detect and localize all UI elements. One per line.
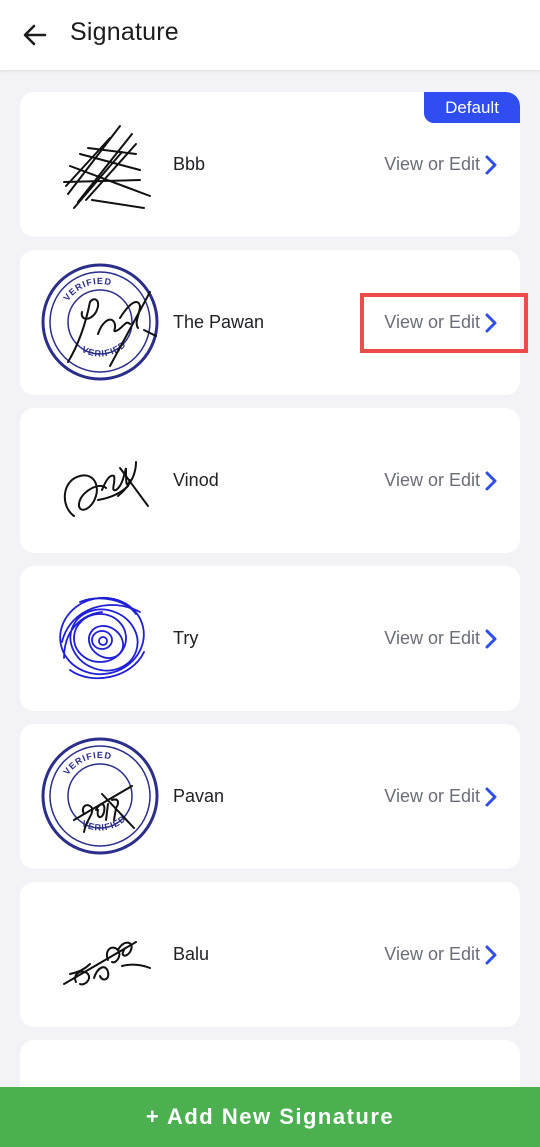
svg-text:VERIFIED: VERIFIED — [80, 339, 128, 359]
signature-image: VERIFIED VERIFIED — [40, 736, 160, 856]
signature-image — [40, 420, 160, 540]
add-new-signature-button[interactable]: + Add New Signature — [0, 1087, 540, 1147]
signature-name: Bbb — [173, 154, 206, 174]
signature-card-bbb: Default Bbb View or Edit — [20, 92, 520, 237]
signature-name: Vinod — [173, 470, 219, 490]
signature-name: Try — [173, 628, 199, 648]
back-button[interactable] — [14, 14, 56, 56]
signature-image — [40, 104, 160, 224]
chevron-right-icon — [484, 945, 498, 965]
page-title: Signature — [70, 18, 179, 46]
chevron-right-icon — [484, 471, 498, 491]
view-or-edit-label: View or Edit — [384, 628, 480, 648]
view-or-edit-button[interactable]: View or Edit — [384, 408, 498, 553]
view-or-edit-label: View or Edit — [384, 786, 480, 806]
svg-text:VERIFIED: VERIFIED — [61, 276, 112, 303]
signature-list: Default Bbb View or Edit VERIFIED VERIFI… — [20, 92, 520, 1040]
signature-card-the-pawan: VERIFIED VERIFIED The Pawan View or Edit — [20, 250, 520, 395]
view-or-edit-label: View or Edit — [384, 470, 480, 490]
view-or-edit-label: View or Edit — [384, 944, 480, 964]
signature-image: VERIFIED VERIFIED — [40, 262, 160, 382]
svg-text:VERIFIED: VERIFIED — [61, 750, 112, 777]
view-or-edit-button[interactable]: View or Edit — [384, 250, 498, 395]
app-bar: Signature — [0, 0, 540, 70]
view-or-edit-button[interactable]: View or Edit — [384, 724, 498, 869]
view-or-edit-button[interactable]: View or Edit — [384, 566, 498, 711]
arrow-left-icon — [23, 24, 47, 46]
signature-card-balu: Balu View or Edit — [20, 882, 520, 1027]
signature-image — [40, 578, 160, 698]
chevron-right-icon — [484, 629, 498, 649]
signature-name: The Pawan — [173, 312, 265, 332]
chevron-right-icon — [484, 155, 498, 175]
signature-name: Balu — [173, 944, 210, 964]
signature-card-try: Try View or Edit — [20, 566, 520, 711]
chevron-right-icon — [484, 787, 498, 807]
view-or-edit-label: View or Edit — [384, 154, 480, 174]
chevron-right-icon — [484, 313, 498, 333]
signature-card-pavan: VERIFIED VERIFIED Pavan View or Edit — [20, 724, 520, 869]
view-or-edit-label: View or Edit — [384, 312, 480, 332]
signature-image — [40, 894, 160, 1014]
signature-name: Pavan — [173, 786, 225, 806]
view-or-edit-button[interactable]: View or Edit — [384, 92, 498, 237]
signature-card-vinod: Vinod View or Edit — [20, 408, 520, 553]
view-or-edit-button[interactable]: View or Edit — [384, 882, 498, 1027]
